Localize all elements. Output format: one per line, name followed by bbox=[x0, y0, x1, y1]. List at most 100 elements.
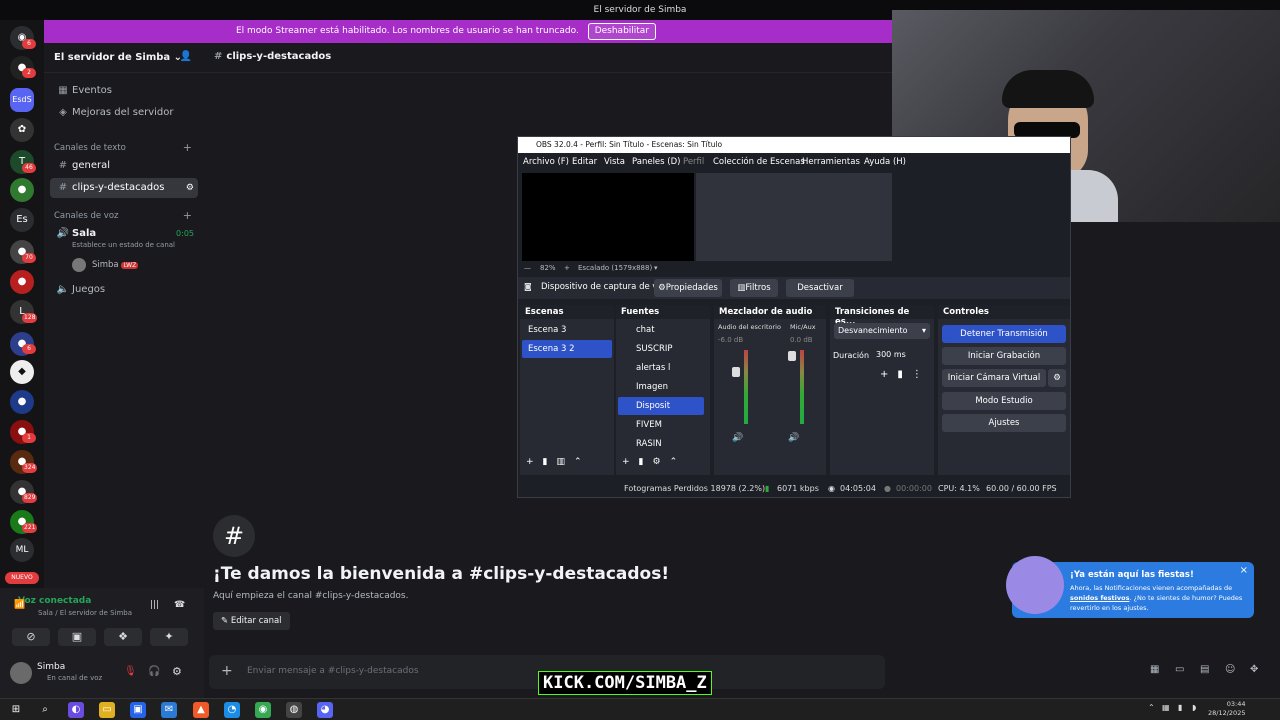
voice-channel-juegos[interactable]: 🔈 Juegos bbox=[50, 280, 198, 300]
scene-item-selected[interactable]: Escena 3 2 bbox=[522, 340, 612, 358]
source-item[interactable]: Imagen bbox=[618, 378, 704, 396]
chrome-icon[interactable]: ◉ bbox=[255, 702, 271, 718]
source-item[interactable]: chat bbox=[618, 321, 704, 339]
server-ml[interactable]: ML bbox=[10, 538, 34, 562]
disable-streamer-button[interactable]: Deshabilitar bbox=[587, 23, 657, 40]
menu-docks[interactable]: Paneles (D) bbox=[632, 153, 680, 171]
apps-icon[interactable]: ✥ bbox=[1250, 664, 1258, 675]
channel-status[interactable]: Establece un estado de canal bbox=[72, 241, 175, 249]
tray-chevron-icon[interactable]: ⌃ bbox=[1148, 703, 1155, 712]
filters-button[interactable]: ▥Filtros bbox=[730, 279, 778, 297]
gift-icon[interactable]: ▦ bbox=[1150, 664, 1159, 675]
mail-icon[interactable]: ✉ bbox=[161, 702, 177, 718]
minus-icon[interactable]: — bbox=[524, 261, 531, 275]
soundboard-icon[interactable]: ||| bbox=[150, 600, 159, 610]
network-icon[interactable]: ◗ bbox=[1192, 703, 1196, 712]
voice-category[interactable]: Canales de voz bbox=[54, 211, 118, 221]
settings-button[interactable]: Ajustes bbox=[942, 414, 1066, 432]
transition-select[interactable]: Desvanecimiento ▾ bbox=[834, 323, 930, 339]
start-recording-button[interactable]: Iniciar Grabación bbox=[942, 347, 1066, 365]
server-esds[interactable]: EsdS bbox=[10, 88, 34, 112]
menu-tools[interactable]: Herramientas bbox=[802, 153, 860, 171]
scale-label[interactable]: Escalado (1579x888) bbox=[578, 261, 652, 275]
channel-clips[interactable]: # clips-y-destacados ⚙ bbox=[50, 178, 198, 198]
menu-profile[interactable]: Perfil bbox=[683, 153, 704, 171]
text-category[interactable]: Canales de texto bbox=[54, 143, 126, 153]
emoji-icon[interactable]: ☺ bbox=[1225, 664, 1235, 675]
server-icon[interactable]: ● bbox=[10, 178, 34, 202]
menu-edit[interactable]: Editar bbox=[572, 153, 597, 171]
deactivate-button[interactable]: Desactivar bbox=[786, 279, 854, 297]
stop-streaming-button[interactable]: Detener Transmisión bbox=[942, 325, 1066, 343]
clock[interactable]: 03:44 28/12/2025 bbox=[1208, 700, 1245, 718]
virtual-camera-gear-icon[interactable]: ⚙ bbox=[1048, 369, 1066, 387]
server-header[interactable]: El servidor de Simba ⌄ 👤 bbox=[44, 43, 204, 73]
file-explorer-icon[interactable]: ▭ bbox=[99, 702, 115, 718]
battery-icon[interactable]: ▮ bbox=[1178, 703, 1182, 712]
disconnect-icon[interactable]: ☎ bbox=[174, 600, 185, 610]
server-icon[interactable]: ✿ bbox=[10, 118, 34, 142]
message-input[interactable]: Enviar mensaje a #clips-y-destacados bbox=[247, 666, 419, 676]
windows-start-icon[interactable]: ⊞ bbox=[8, 702, 24, 718]
voice-member[interactable]: Simba LWZ bbox=[72, 257, 192, 273]
source-item[interactable]: SUSCRIP bbox=[618, 340, 704, 358]
studio-mode-button[interactable]: Modo Estudio bbox=[942, 392, 1066, 410]
up-icon[interactable]: ⌃ bbox=[670, 457, 687, 467]
server-icon[interactable]: ● bbox=[10, 390, 34, 414]
add-member-icon[interactable]: 👤 bbox=[180, 51, 192, 62]
popup-link[interactable]: sonidos festivos bbox=[1070, 594, 1129, 602]
brave-icon[interactable]: ▲ bbox=[193, 702, 209, 718]
source-item[interactable]: FIVEM bbox=[618, 416, 704, 434]
menu-help[interactable]: Ayuda (H) bbox=[864, 153, 906, 171]
headphones-icon[interactable]: 🎧 bbox=[148, 666, 160, 677]
server-icon[interactable]: ◆ bbox=[10, 360, 34, 384]
boosts-item[interactable]: ◈ Mejoras del servidor bbox=[50, 103, 198, 123]
source-item-selected[interactable]: Disposit bbox=[618, 397, 704, 415]
holiday-notification[interactable]: ¡Ya están aquí las fiestas! Ahora, las N… bbox=[1006, 556, 1254, 618]
source-item[interactable]: alertas l bbox=[618, 359, 704, 377]
desktop-speaker-icon[interactable]: 🔊 bbox=[732, 433, 743, 443]
add-channel-icon[interactable]: + bbox=[183, 141, 192, 154]
gear-icon[interactable]: ⚙ bbox=[653, 457, 670, 467]
sticker-icon[interactable]: ▤ bbox=[1200, 664, 1209, 675]
trash-icon[interactable]: ▮ bbox=[897, 369, 912, 380]
menu-scene-collection[interactable]: Colección de Escenas bbox=[713, 153, 805, 171]
start-virtual-camera-button[interactable]: Iniciar Cámara Virtual bbox=[942, 369, 1046, 387]
soundboard-button[interactable]: ✦ bbox=[150, 628, 188, 646]
screenshare-button[interactable]: ▣ bbox=[58, 628, 96, 646]
chevron-down-icon[interactable]: ▾ bbox=[654, 261, 658, 275]
server-es[interactable]: Es bbox=[10, 208, 34, 232]
desktop-fader[interactable] bbox=[732, 367, 740, 377]
mic-fader[interactable] bbox=[788, 351, 796, 361]
store-icon[interactable]: ▣ bbox=[130, 702, 146, 718]
activities-button[interactable]: ❖ bbox=[104, 628, 142, 646]
copilot-icon[interactable]: ◐ bbox=[68, 702, 84, 718]
add-icon[interactable]: + bbox=[526, 457, 543, 467]
up-icon[interactable]: ⌃ bbox=[574, 457, 591, 467]
properties-button[interactable]: ⚙Propiedades bbox=[654, 279, 722, 297]
more-icon[interactable]: ⋮ bbox=[912, 369, 931, 380]
search-icon[interactable]: ⌕ bbox=[37, 702, 53, 718]
add-icon[interactable]: + bbox=[880, 369, 897, 380]
duration-input[interactable]: 300 ms bbox=[874, 347, 930, 363]
add-attachment-icon[interactable]: + bbox=[221, 663, 233, 679]
source-item[interactable]: RASIN bbox=[618, 435, 704, 453]
camera-button[interactable]: ⊘ bbox=[12, 628, 50, 646]
edit-channel-button[interactable]: ✎ Editar canal bbox=[213, 612, 290, 630]
add-icon[interactable]: + bbox=[622, 457, 639, 467]
menu-view[interactable]: Vista bbox=[604, 153, 625, 171]
avatar[interactable] bbox=[10, 662, 32, 684]
menu-file[interactable]: Archivo (F) bbox=[523, 153, 569, 171]
gear-icon[interactable]: ⚙ bbox=[172, 665, 182, 678]
plus-icon[interactable]: + bbox=[564, 261, 570, 275]
gear-icon[interactable]: ⚙ bbox=[186, 178, 194, 198]
mic-muted-icon[interactable]: 🎙 bbox=[124, 666, 137, 677]
scene-item[interactable]: Escena 3 bbox=[522, 321, 612, 339]
add-channel-icon[interactable]: + bbox=[183, 209, 192, 222]
gif-icon[interactable]: ▭ bbox=[1175, 664, 1184, 675]
tray-app-icon[interactable]: ▦ bbox=[1162, 703, 1170, 712]
mic-speaker-icon[interactable]: 🔊 bbox=[788, 433, 799, 443]
server-icon[interactable]: ● bbox=[10, 270, 34, 294]
trash-icon[interactable]: ▮ bbox=[639, 457, 653, 467]
trash-icon[interactable]: ▮ bbox=[543, 457, 557, 467]
